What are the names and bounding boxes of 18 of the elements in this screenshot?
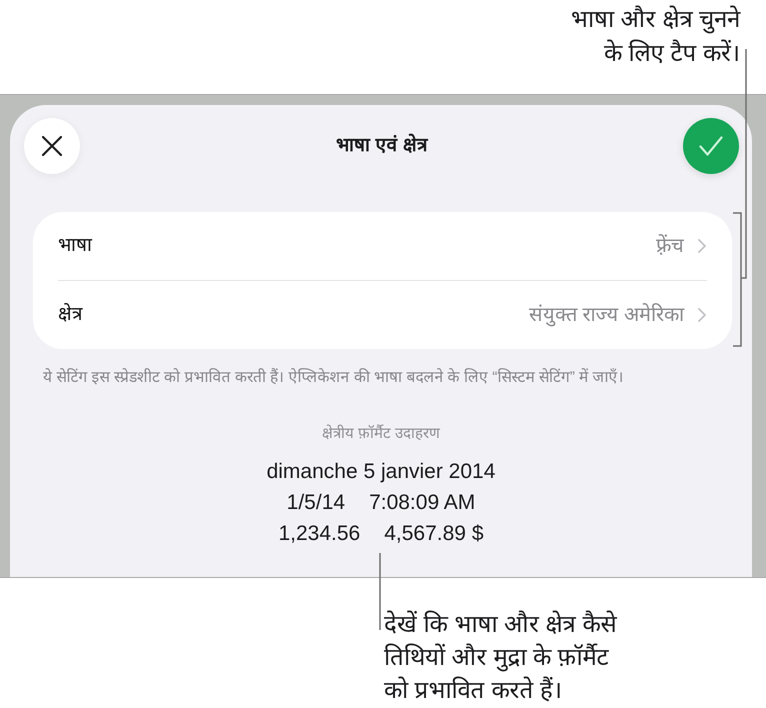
setting-label: भाषा xyxy=(58,234,92,258)
chevron-right-icon[interactable] xyxy=(698,308,706,322)
close-icon xyxy=(42,136,62,156)
format-sample: dimanche 5 janvier 2014 xyxy=(266,458,496,485)
format-sample: 1/5/14 xyxy=(286,490,346,516)
setting-label: क्षेत्र xyxy=(58,302,82,327)
sheet-title: भाषा एवं क्षेत्र xyxy=(335,132,429,158)
format-sample: 4,567.89 $ xyxy=(384,520,484,547)
format-sample: 7:08:09 AM xyxy=(369,490,476,516)
callout-text: भाषा और क्षेत्र चुनने के लिए टैप करें। xyxy=(570,4,740,69)
footnote-text: ये सेटिंग इस स्प्रेडशीट को प्रभावित करती हैं। ऐप्लिकेशन की भाषा बदलने के लिए “सिस्टम सेटिंग” में जाएँ। xyxy=(42,367,625,388)
checkmark-icon xyxy=(699,136,723,156)
setting-value[interactable]: फ़्रेंच xyxy=(656,231,684,261)
chevron-right-icon[interactable] xyxy=(698,239,706,253)
format-sample: 1,234.56 xyxy=(278,520,360,547)
setting-value[interactable]: संयुक्त राज्य अमेरिका xyxy=(528,300,684,330)
format-example-heading: क्षेत्रीय फ़ॉर्मैट उदाहरण xyxy=(322,424,440,444)
callout-text: देखें कि भाषा और क्षेत्र कैसे तिथियों और मुद्रा के फ़ॉर्मैट को प्रभावित करते हैं। xyxy=(384,610,616,706)
